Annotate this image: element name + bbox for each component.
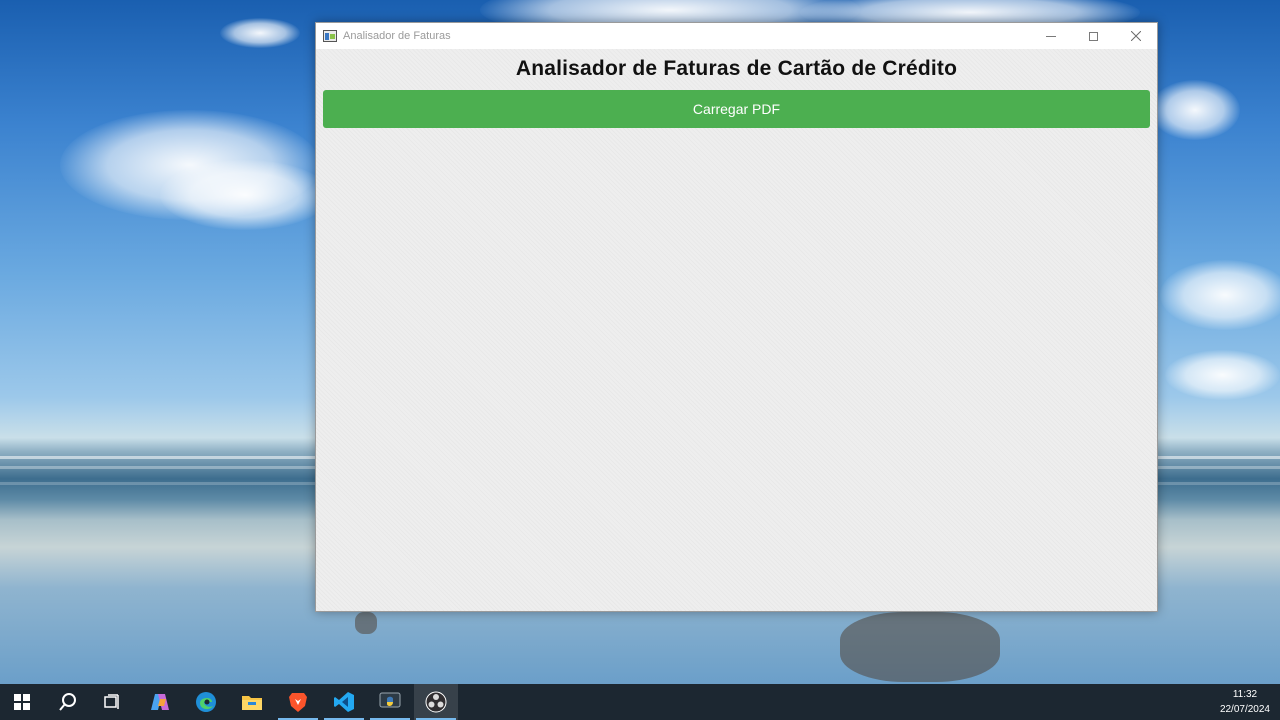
load-pdf-button[interactable]: Carregar PDF bbox=[323, 90, 1150, 128]
task-view-button[interactable] bbox=[90, 684, 134, 720]
obs-studio-icon bbox=[425, 691, 447, 713]
clock-time: 11:32 bbox=[1232, 689, 1258, 700]
start-button[interactable] bbox=[0, 684, 44, 720]
file-explorer-icon bbox=[242, 696, 262, 710]
vscode-button[interactable] bbox=[322, 684, 366, 720]
app-content: Analisador de Faturas de Cartão de Crédi… bbox=[316, 49, 1157, 611]
window-title: Analisador de Faturas bbox=[343, 30, 451, 42]
python-button[interactable] bbox=[368, 684, 412, 720]
vscode-icon bbox=[334, 692, 354, 712]
close-icon bbox=[1131, 31, 1141, 41]
app-icon bbox=[323, 30, 337, 42]
maximize-icon bbox=[1088, 31, 1098, 41]
edge-button[interactable] bbox=[184, 684, 228, 720]
search-icon bbox=[59, 693, 76, 711]
maximize-button[interactable] bbox=[1072, 23, 1114, 49]
edge-browser-icon bbox=[196, 692, 216, 712]
windows-start-icon bbox=[14, 694, 30, 710]
brave-button[interactable] bbox=[276, 684, 320, 720]
page-title: Analisador de Faturas de Cartão de Crédi… bbox=[515, 57, 958, 80]
python-icon bbox=[379, 692, 401, 708]
clock-date: 22/07/2024 bbox=[1219, 704, 1270, 715]
obs-button[interactable] bbox=[414, 684, 458, 720]
search-button[interactable] bbox=[46, 684, 90, 720]
system-clock[interactable]: 11:32 22/07/2024 bbox=[1220, 687, 1270, 717]
file-explorer-button[interactable] bbox=[230, 684, 274, 720]
title-bar[interactable]: Analisador de Faturas bbox=[316, 23, 1157, 49]
copilot-icon bbox=[151, 694, 169, 710]
task-view-icon bbox=[104, 694, 119, 709]
taskbar: 11:32 22/07/2024 bbox=[0, 684, 1280, 720]
minimize-icon bbox=[1046, 35, 1056, 37]
app-window: Analisador de Faturas Analisador de Fatu… bbox=[315, 22, 1158, 612]
copilot-button[interactable] bbox=[138, 684, 182, 720]
close-button[interactable] bbox=[1115, 23, 1157, 49]
minimize-button[interactable] bbox=[1030, 23, 1072, 49]
brave-browser-icon bbox=[289, 693, 307, 712]
